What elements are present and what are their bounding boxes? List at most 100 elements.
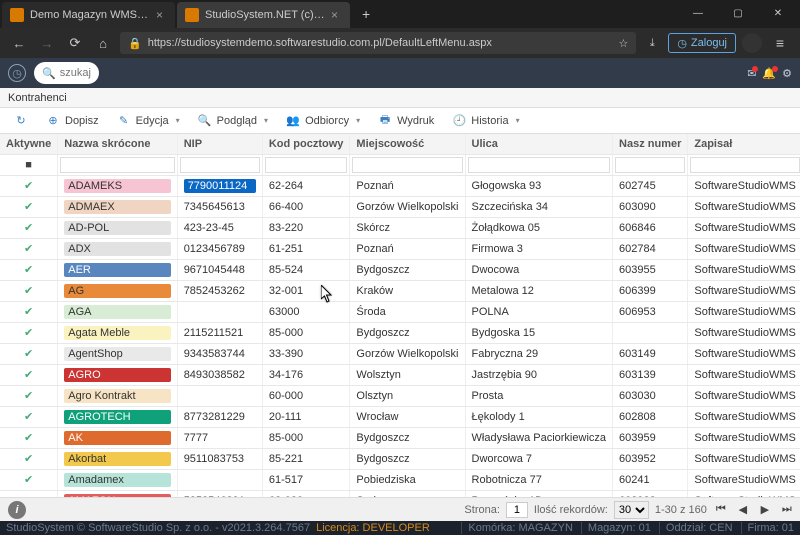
bell-icon[interactable]: 🔔 <box>762 67 776 80</box>
back-button[interactable]: ← <box>8 36 30 51</box>
cell-miej: Wolsztyn <box>350 364 465 385</box>
row-checkbox[interactable]: ✔ <box>24 369 33 381</box>
row-checkbox[interactable]: ✔ <box>24 180 33 192</box>
col-nasz-numer[interactable]: Nasz numer <box>613 134 688 154</box>
toolbar-historia-button[interactable]: 🕘Historia▾ <box>444 110 527 132</box>
account-login-button[interactable]: ◷ Zaloguj <box>668 33 736 53</box>
filter-input-4[interactable] <box>352 157 462 173</box>
row-checkbox[interactable]: ✔ <box>24 453 33 465</box>
reload-button[interactable]: ⟳ <box>64 35 86 51</box>
home-button[interactable]: ⌂ <box>92 36 114 51</box>
filter-input-3[interactable] <box>265 157 348 173</box>
url-field[interactable]: 🔒 https://studiosystemdemo.softwarestudi… <box>120 32 636 54</box>
forward-button[interactable]: → <box>36 36 58 51</box>
row-checkbox[interactable]: ✔ <box>24 201 33 213</box>
table-row[interactable]: ✔AK777785-000BydgoszczWładysława Paciork… <box>0 427 800 448</box>
row-checkbox[interactable]: ✔ <box>24 264 33 276</box>
page-input[interactable] <box>506 502 528 518</box>
table-row[interactable]: ✔AGRO849303858234-176WolsztynJastrzębia … <box>0 364 800 385</box>
table-row[interactable]: ✔AgentShop934358374433-390Gorzów Wielkop… <box>0 343 800 364</box>
row-checkbox[interactable]: ✔ <box>24 327 33 339</box>
col-nip[interactable]: NIP <box>177 134 262 154</box>
toolbar-wydruk-button[interactable]: 🖶Wydruk <box>370 110 442 132</box>
info-icon[interactable]: i <box>8 501 26 519</box>
cell-zap: SoftwareStudioWMS <box>688 406 800 427</box>
table-row[interactable]: ✔Agata Meble211521152185-000BydgoszczByd… <box>0 322 800 343</box>
row-checkbox[interactable]: ✔ <box>24 285 33 297</box>
chevron-down-icon: ▾ <box>356 116 360 125</box>
cell-name: AER <box>64 263 170 277</box>
cell-kod: 34-176 <box>262 364 350 385</box>
row-checkbox[interactable]: ✔ <box>24 432 33 444</box>
table-row[interactable]: ✔AD-POL423-23-4583-220SkórczŻołądkowa 05… <box>0 217 800 238</box>
cell-zap: SoftwareStudioWMS <box>688 385 800 406</box>
bookmark-icon[interactable]: ☆ <box>618 37 628 50</box>
table-row[interactable]: ✔AER967104544885-524BydgoszczDwocowa6039… <box>0 259 800 280</box>
filter-input-2[interactable] <box>180 157 260 173</box>
app-search[interactable]: 🔍 <box>34 62 99 84</box>
toolbar-edycja-button[interactable]: ✎Edycja▾ <box>109 110 188 132</box>
filter-input-5[interactable] <box>468 157 611 173</box>
cell-miej: Poznań <box>350 238 465 259</box>
download-icon[interactable]: ⤓ <box>642 37 662 50</box>
col-ulica[interactable]: Ulica <box>465 134 613 154</box>
minimize-button[interactable]: — <box>678 0 718 28</box>
toolbar-odbiorcy-button[interactable]: 👥Odbiorcy▾ <box>278 110 368 132</box>
per-page-select[interactable]: 30 <box>614 501 649 519</box>
new-tab-button[interactable]: + <box>352 6 380 22</box>
maximize-button[interactable]: ▢ <box>718 0 758 28</box>
cell-name: AK <box>64 431 170 445</box>
app-home-icon[interactable]: ◷ <box>8 64 26 82</box>
close-icon[interactable]: × <box>156 8 163 22</box>
table-row[interactable]: ✔ADX012345678961-251PoznańFirmowa 360278… <box>0 238 800 259</box>
settings-icon[interactable]: ⚙ <box>782 67 792 80</box>
row-checkbox[interactable]: ✔ <box>24 411 33 423</box>
cell-num: 602745 <box>613 175 688 196</box>
table-row[interactable]: ✔Agro Kontrakt60-000OlsztynProsta603030S… <box>0 385 800 406</box>
cell-name: Agata Meble <box>64 326 170 340</box>
row-checkbox[interactable]: ✔ <box>24 348 33 360</box>
filter-input-7[interactable] <box>690 157 799 173</box>
cell-miej: Wrocław <box>350 406 465 427</box>
filter-input-1[interactable] <box>60 157 174 173</box>
col-miejscowość[interactable]: Miejscowość <box>350 134 465 154</box>
last-page-button[interactable]: ⏭ <box>779 503 795 516</box>
filter-checkbox[interactable]: ■ <box>25 159 32 171</box>
next-page-button[interactable]: ▶ <box>757 503 773 516</box>
table-row[interactable]: ✔Amadamex61-517PobiedziskaRobotnicza 776… <box>0 469 800 490</box>
filter-input-6[interactable] <box>615 157 685 173</box>
close-window-button[interactable]: ✕ <box>758 0 798 28</box>
data-grid[interactable]: AktywneNazwa skróconeNIPKod pocztowyMiej… <box>0 134 800 497</box>
row-checkbox[interactable]: ✔ <box>24 306 33 318</box>
browser-tab-0[interactable]: Demo Magazyn WMS - Demo o… × <box>2 2 175 28</box>
row-checkbox[interactable]: ✔ <box>24 474 33 486</box>
mail-icon[interactable]: ✉ <box>747 67 756 80</box>
close-icon[interactable]: × <box>331 8 338 22</box>
table-row[interactable]: ✔ADMAEX734564561366-400Gorzów Wielkopols… <box>0 196 800 217</box>
row-checkbox[interactable]: ✔ <box>24 222 33 234</box>
table-row[interactable]: ✔AGROTECH877328122920-111WrocławŁękolody… <box>0 406 800 427</box>
table-row[interactable]: ✔Akorbat951108375385-221BydgoszczDworcow… <box>0 448 800 469</box>
toolbar-podgląd-button[interactable]: 🔍Podgląd▾ <box>190 110 276 132</box>
prev-page-button[interactable]: ◀ <box>735 503 751 516</box>
table-row[interactable]: ✔ADAMEKS779001112462-264PoznańGłogowska … <box>0 175 800 196</box>
col-aktywne[interactable]: Aktywne <box>0 134 58 154</box>
avatar[interactable] <box>742 33 762 53</box>
toolbar-refresh-button[interactable]: ↻ <box>6 110 36 132</box>
col-zapisał[interactable]: Zapisał <box>688 134 800 154</box>
row-checkbox[interactable]: ✔ <box>24 243 33 255</box>
table-row[interactable]: ✔AMAZON525254639162-080SadyPoznańska 1D6… <box>0 490 800 497</box>
status-bar: StudioSystem © SoftwareStudio Sp. z o.o.… <box>0 521 800 535</box>
browser-tab-1[interactable]: StudioSystem.NET (c) SoftwareS… × <box>177 2 350 28</box>
cell-miej: Kraków <box>350 280 465 301</box>
table-row[interactable]: ✔AGA63000ŚrodaPOLNA606953SoftwareStudioW… <box>0 301 800 322</box>
col-kod-pocztowy[interactable]: Kod pocztowy <box>262 134 350 154</box>
col-nazwa-skrócone[interactable]: Nazwa skrócone <box>58 134 177 154</box>
toolbar-dopisz-button[interactable]: ⊕Dopisz <box>38 110 107 132</box>
table-row[interactable]: ✔AG785245326232-001KrakówMetalowa 126063… <box>0 280 800 301</box>
menu-button[interactable]: ≡ <box>768 35 792 51</box>
row-checkbox[interactable]: ✔ <box>24 390 33 402</box>
cell-kod: 85-524 <box>262 259 350 280</box>
first-page-button[interactable]: ⏮ <box>713 503 729 516</box>
search-input[interactable] <box>60 67 91 79</box>
